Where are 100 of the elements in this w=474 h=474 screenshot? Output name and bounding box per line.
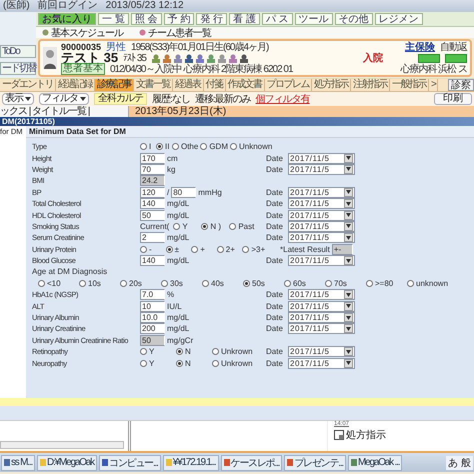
date-dropdown[interactable]: 2017/11/5 — [288, 323, 355, 334]
input-field[interactable]: 50 — [140, 210, 165, 221]
radio-button[interactable]: Unknown — [230, 142, 272, 152]
system-tray[interactable]: あ 般 — [446, 456, 473, 470]
menu-tab[interactable]: レジメン — [374, 13, 423, 25]
dropdown-arrow-icon[interactable] — [344, 233, 353, 242]
print-button[interactable]: 印刷 — [434, 93, 472, 105]
radio-button[interactable]: N — [176, 358, 191, 368]
record-tab[interactable]: 経過表 — [173, 79, 204, 91]
input-field[interactable]: 140 — [140, 255, 165, 266]
input-field[interactable]: 10 — [140, 300, 165, 312]
radio-button[interactable]: 50s — [243, 278, 265, 288]
date-dropdown[interactable]: 2017/11/5 — [288, 164, 355, 175]
taskbar-item[interactable]: コンピュー... — [98, 454, 161, 470]
taskbar-item[interactable]: ss M... — [1, 454, 36, 470]
date-dropdown[interactable]: 2017/11/5 — [288, 186, 355, 198]
patient-info-tag[interactable]: 患者基本 — [61, 63, 105, 75]
radio-button[interactable]: unknown — [407, 278, 448, 288]
dropdown-arrow-icon[interactable] — [344, 210, 353, 220]
radio-button[interactable]: N — [176, 347, 191, 356]
input-field[interactable]: 120 — [140, 186, 165, 198]
insurance-link[interactable]: 主保険 — [405, 40, 435, 54]
input-field[interactable]: 10.0 — [140, 312, 165, 324]
menu-tab[interactable]: ツール — [294, 13, 333, 25]
toolbar-button[interactable]: 基本スケジュール — [42, 26, 123, 40]
radio-button[interactable]: 2+ — [216, 244, 235, 254]
input-field[interactable]: 70 — [140, 164, 165, 175]
record-tab[interactable]: ーダエントリ — [0, 79, 56, 91]
dropdown-arrow-icon[interactable] — [344, 164, 353, 174]
personal-filter-link[interactable]: 個フィルタ有 — [256, 92, 310, 106]
radio-button[interactable]: Unkrown — [212, 358, 253, 368]
date-dropdown[interactable]: 2017/11/5 — [288, 346, 355, 358]
radio-button[interactable]: 70s — [325, 278, 347, 288]
radio-button[interactable]: 20s — [120, 278, 142, 288]
input-field[interactable]: 50 — [140, 334, 165, 346]
date-dropdown[interactable]: 2017/11/5 — [288, 220, 355, 232]
menu-tab[interactable]: 予 約 — [164, 13, 194, 25]
input-field[interactable]: 170 — [140, 152, 165, 164]
radio-button[interactable]: <10 — [38, 278, 61, 288]
date-dropdown[interactable]: 2017/11/5 — [288, 232, 355, 244]
date-dropdown[interactable]: 2017/11/5 — [288, 210, 355, 221]
mode-switch-button[interactable]: ード切替 — [0, 62, 36, 75]
dropdown-arrow-icon[interactable] — [344, 199, 353, 208]
date-dropdown[interactable]: 2017/11/5 — [288, 300, 355, 312]
radio-button[interactable]: N ) — [201, 222, 222, 231]
status-button[interactable] — [418, 54, 440, 62]
input-field[interactable]: +- — [332, 244, 353, 255]
record-tab[interactable]: 文書一覧 — [134, 79, 173, 91]
radio-button[interactable]: GDM — [200, 142, 228, 152]
all-dept-button[interactable]: 全科カルテ — [94, 93, 147, 105]
dropdown-arrow-icon[interactable] — [344, 154, 353, 163]
menu-tab[interactable]: パ ス — [262, 13, 293, 25]
radio-button[interactable]: 40s — [202, 278, 224, 288]
radio-button[interactable]: Y — [140, 358, 154, 368]
radio-button[interactable]: Y — [173, 222, 188, 231]
record-tab[interactable]: 作成文書 — [226, 79, 264, 91]
record-tab[interactable]: 注射指示 — [351, 79, 390, 91]
status-button[interactable] — [445, 54, 467, 62]
dropdown-arrow-icon[interactable] — [344, 313, 353, 322]
radio-button[interactable]: Unkrown — [212, 347, 253, 356]
menu-tab[interactable]: 照 会 — [130, 13, 162, 25]
menu-tab[interactable]: 一 覧 — [98, 13, 129, 25]
menu-tab[interactable]: その他 — [334, 13, 373, 25]
taskbar-item[interactable]: MegaOak ... — [348, 454, 402, 470]
input-field[interactable]: 200 — [140, 323, 165, 334]
date-dropdown[interactable]: 2017/11/5 — [288, 198, 355, 210]
radio-button[interactable]: Y — [140, 347, 154, 356]
date-dropdown[interactable]: 2017/11/5 — [288, 255, 355, 266]
view-dropdown[interactable]: 表示 — [2, 93, 34, 105]
record-tab[interactable]: 一般指示 — [390, 79, 429, 91]
exam-button[interactable]: 診察 — [448, 79, 474, 91]
dropdown-arrow-icon[interactable] — [344, 347, 353, 356]
input-field[interactable]: 140 — [140, 198, 165, 210]
taskbar-item[interactable]: ¥¥172.19.1... — [162, 454, 219, 470]
radio-button[interactable]: + — [191, 244, 205, 254]
dropdown-arrow-icon[interactable] — [344, 324, 353, 334]
dropdown-arrow-icon[interactable] — [344, 302, 353, 311]
input-field[interactable]: 80 — [171, 186, 196, 198]
menu-tab[interactable]: お気に入り — [38, 13, 96, 25]
radio-button[interactable]: II — [156, 142, 170, 152]
toolbar-button[interactable]: チーム患者一覧 — [139, 26, 211, 40]
menu-tab[interactable]: 発 行 — [196, 13, 228, 25]
input-field[interactable]: 7.0 — [140, 289, 165, 300]
radio-button[interactable]: Othe — [172, 142, 198, 152]
radio-button[interactable]: 60s — [284, 278, 306, 288]
record-tab[interactable]: 診療記事 — [95, 79, 134, 91]
radio-button[interactable]: Past — [229, 222, 254, 231]
date-dropdown[interactable]: 2017/11/5 — [288, 152, 355, 164]
record-tab[interactable]: 付箋 — [204, 79, 226, 91]
radio-button[interactable]: >=80 — [366, 278, 394, 288]
dropdown-arrow-icon[interactable] — [344, 290, 353, 300]
input-field[interactable]: 2 — [140, 232, 165, 244]
date-dropdown[interactable]: 2017/11/5 — [288, 312, 355, 324]
radio-button[interactable]: ± — [166, 244, 179, 254]
todo-button[interactable]: ToDo — [0, 45, 36, 58]
radio-button[interactable]: 30s — [161, 278, 183, 288]
date-dropdown[interactable]: 2017/11/5 — [288, 358, 355, 369]
date-dropdown[interactable]: 2017/11/5 — [288, 289, 355, 300]
menu-tab[interactable]: 看 護 — [229, 13, 260, 25]
record-tab[interactable]: > — [429, 79, 438, 91]
